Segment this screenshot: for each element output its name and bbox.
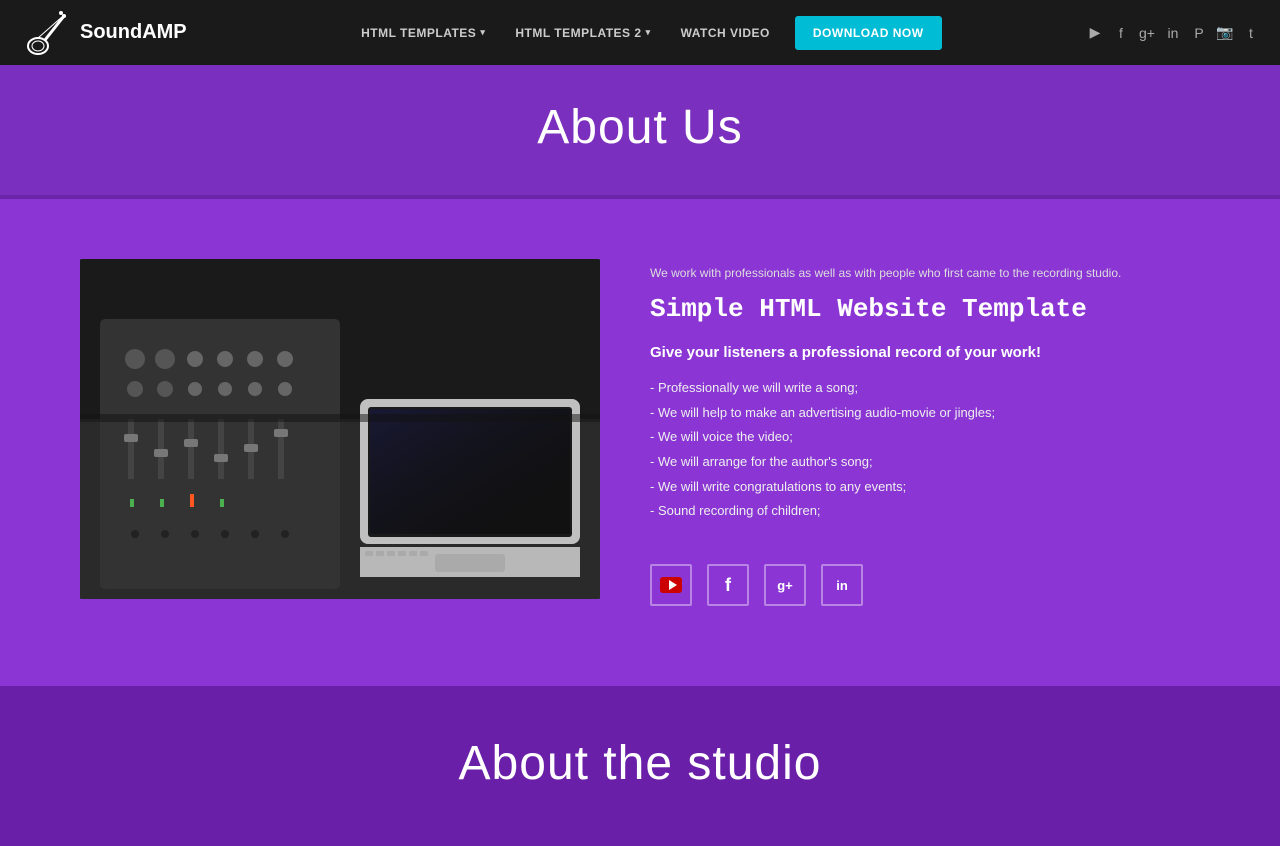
content-subtitle: Give your listeners a professional recor… <box>650 344 1200 361</box>
youtube-nav-icon[interactable]: ▶ <box>1086 24 1104 42</box>
facebook-nav-icon[interactable]: f <box>1112 24 1130 42</box>
twitter-nav-icon[interactable]: t <box>1242 24 1260 42</box>
download-button[interactable]: DOWNLOAD NOW <box>795 16 942 50</box>
linkedin-content-icon[interactable]: in <box>821 564 863 606</box>
google-plus-content-icon[interactable]: g+ <box>764 564 806 606</box>
linkedin-nav-icon[interactable]: in <box>1164 24 1182 42</box>
navbar-social-icons: ▶ f g+ in P 📷 t <box>1086 24 1260 42</box>
hero-title: About Us <box>20 100 1260 155</box>
content-list: - Professionally we will write a song; -… <box>650 376 1200 524</box>
navbar: SoundAMP HTML TEMPLATES ▾ HTML TEMPLATES… <box>0 0 1280 65</box>
studio-image-svg <box>80 259 600 599</box>
content-text: We work with professionals as well as wi… <box>650 259 1200 606</box>
content-social-row: f g+ in <box>650 564 1200 606</box>
nav-watch-video[interactable]: WATCH VIDEO <box>666 4 785 62</box>
list-item: - We will arrange for the author's song; <box>650 450 1200 475</box>
guitar-icon <box>20 8 70 58</box>
brand-name: SoundAMP <box>80 21 187 44</box>
brand-logo[interactable]: SoundAMP <box>20 8 187 58</box>
dropdown-caret-2: ▾ <box>646 27 651 38</box>
bottom-section: About the studio <box>0 686 1280 846</box>
content-intro: We work with professionals as well as wi… <box>650 264 1200 282</box>
nav-html-templates[interactable]: HTML TEMPLATES ▾ <box>346 4 500 62</box>
instagram-nav-icon[interactable]: 📷 <box>1216 24 1234 42</box>
google-plus-nav-icon[interactable]: g+ <box>1138 24 1156 42</box>
content-title: Simple HTML Website Template <box>650 294 1200 324</box>
nav-links: HTML TEMPLATES ▾ HTML TEMPLATES 2 ▾ WATC… <box>217 4 1071 62</box>
list-item: - We will help to make an advertising au… <box>650 401 1200 426</box>
hero-section: About Us <box>0 65 1280 199</box>
list-item: - Sound recording of children; <box>650 499 1200 524</box>
pinterest-nav-icon[interactable]: P <box>1190 24 1208 42</box>
bottom-title: About the studio <box>20 736 1260 791</box>
youtube-content-icon[interactable] <box>650 564 692 606</box>
list-item: - We will voice the video; <box>650 425 1200 450</box>
dropdown-caret: ▾ <box>480 27 485 38</box>
nav-html-templates-2[interactable]: HTML TEMPLATES 2 ▾ <box>500 4 665 62</box>
list-item: - We will write congratulations to any e… <box>650 475 1200 500</box>
list-item: - Professionally we will write a song; <box>650 376 1200 401</box>
facebook-content-icon[interactable]: f <box>707 564 749 606</box>
content-image <box>80 259 600 599</box>
content-section: We work with professionals as well as wi… <box>0 199 1280 686</box>
